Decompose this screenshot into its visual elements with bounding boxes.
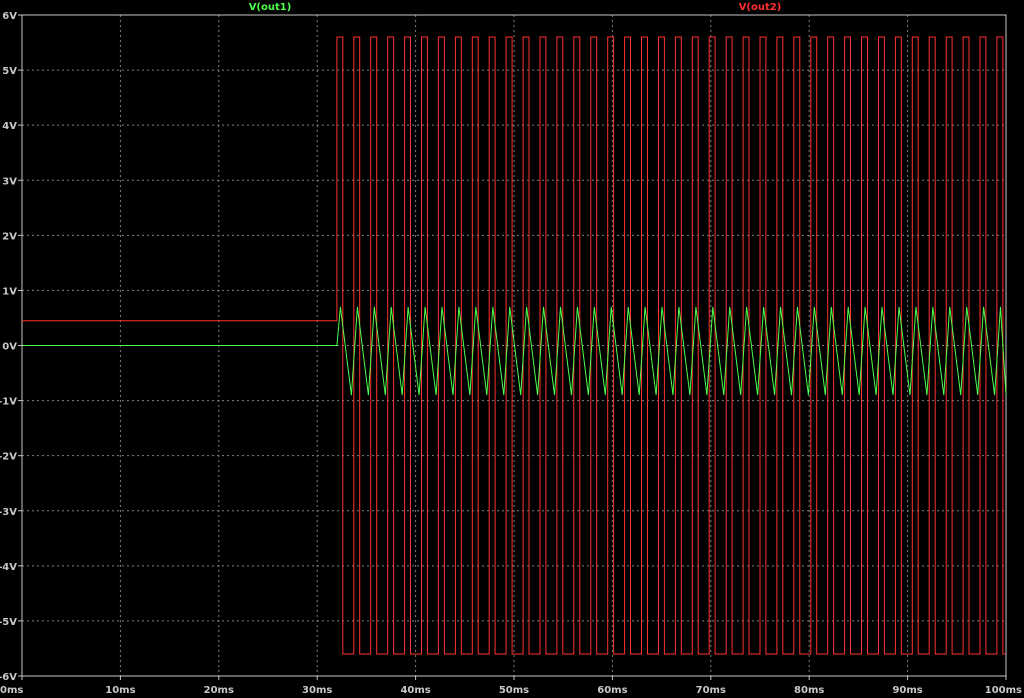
y-tick-label: 5V	[2, 66, 17, 77]
y-tick-label: 6V	[2, 11, 17, 22]
y-tick-label: -4V	[0, 562, 17, 573]
x-tick-label: 50ms	[499, 685, 529, 696]
x-tick-label: 70ms	[696, 685, 726, 696]
legend-v-out1[interactable]: V(out1)	[249, 2, 292, 13]
x-tick-label: 10ms	[105, 685, 135, 696]
waveform-chart: 0ms 10ms 20ms 30ms 40ms 50ms 60ms 70ms 80ms 90ms 1…	[0, 2, 1022, 696]
y-tick-label: -6V	[0, 672, 17, 683]
legend-v-out2[interactable]: V(out2)	[739, 2, 782, 13]
y-tick-label: 3V	[2, 176, 17, 187]
y-tick-label: 4V	[2, 121, 17, 132]
axes: 0ms 10ms 20ms 30ms 40ms 50ms 60ms 70ms 80ms 90ms 1…	[0, 11, 1022, 696]
y-tick-label: -2V	[0, 452, 17, 463]
y-tick-label: -5V	[0, 617, 17, 628]
y-tick-label: -1V	[0, 397, 17, 408]
y-tick-label: 1V	[2, 286, 17, 297]
x-tick-label: 90ms	[892, 685, 922, 696]
x-tick-label: 0ms	[0, 685, 23, 696]
y-tick-label: 0V	[2, 342, 17, 353]
x-tick-label: 100ms	[985, 685, 1022, 696]
x-tick-label: 20ms	[204, 685, 234, 696]
x-tick-label: 60ms	[597, 685, 627, 696]
y-tick-label: 2V	[2, 231, 17, 242]
x-tick-label: 80ms	[794, 685, 824, 696]
x-tick-label: 40ms	[400, 685, 430, 696]
y-tick-label: -3V	[0, 507, 17, 518]
x-tick-label: 30ms	[302, 685, 332, 696]
